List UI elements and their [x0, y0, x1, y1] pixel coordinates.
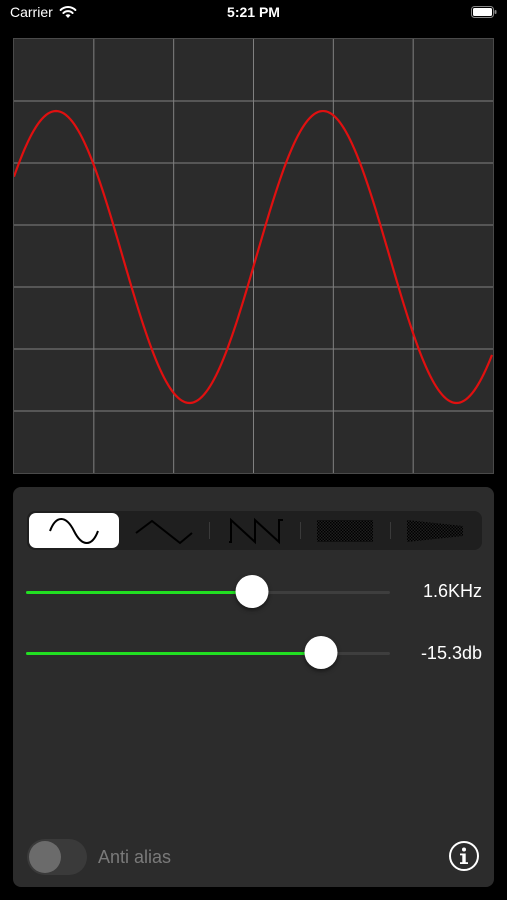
pink-noise-icon [406, 519, 463, 542]
anti-alias-toggle[interactable] [27, 839, 87, 875]
oscilloscope-display [13, 38, 494, 474]
anti-alias-toggle-knob [29, 841, 61, 873]
volume-slider-thumb[interactable] [304, 636, 338, 669]
frequency-readout: 1.6KHz [422, 581, 482, 601]
signal-generator-screen: Carrier 5:21 PM 1.6KHz -15.3db Anti alia… [0, 0, 507, 900]
control-panel: 1.6KHz -15.3db Anti alias [13, 487, 494, 887]
waveform-option-sawtooth[interactable] [209, 513, 299, 548]
scope-grid [14, 39, 493, 473]
waveform-option-sine[interactable] [29, 513, 120, 548]
battery-icon [471, 6, 497, 18]
info-icon[interactable] [448, 840, 480, 872]
volume-slider-fill [26, 652, 321, 655]
frequency-slider[interactable] [26, 575, 390, 608]
sawtooth-wave-icon [228, 517, 283, 544]
waveform-option-triangle[interactable] [119, 513, 209, 548]
triangle-wave-icon [135, 519, 193, 544]
volume-slider[interactable] [26, 636, 390, 669]
white-noise-icon [316, 519, 373, 542]
frequency-slider-thumb[interactable] [235, 575, 269, 608]
waveform-option-white-noise[interactable] [299, 513, 390, 548]
volume-readout: -15.3db [420, 643, 482, 663]
oscilloscope-canvas [14, 39, 493, 473]
status-time: 5:21 PM [227, 4, 280, 20]
sine-wave-icon [49, 517, 100, 544]
anti-alias-label: Anti alias [98, 847, 172, 867]
frequency-slider-fill [26, 591, 252, 594]
waveform-selector [27, 511, 482, 550]
status-bar: Carrier 5:21 PM [0, 0, 507, 34]
waveform-option-pink-noise[interactable] [389, 513, 480, 548]
